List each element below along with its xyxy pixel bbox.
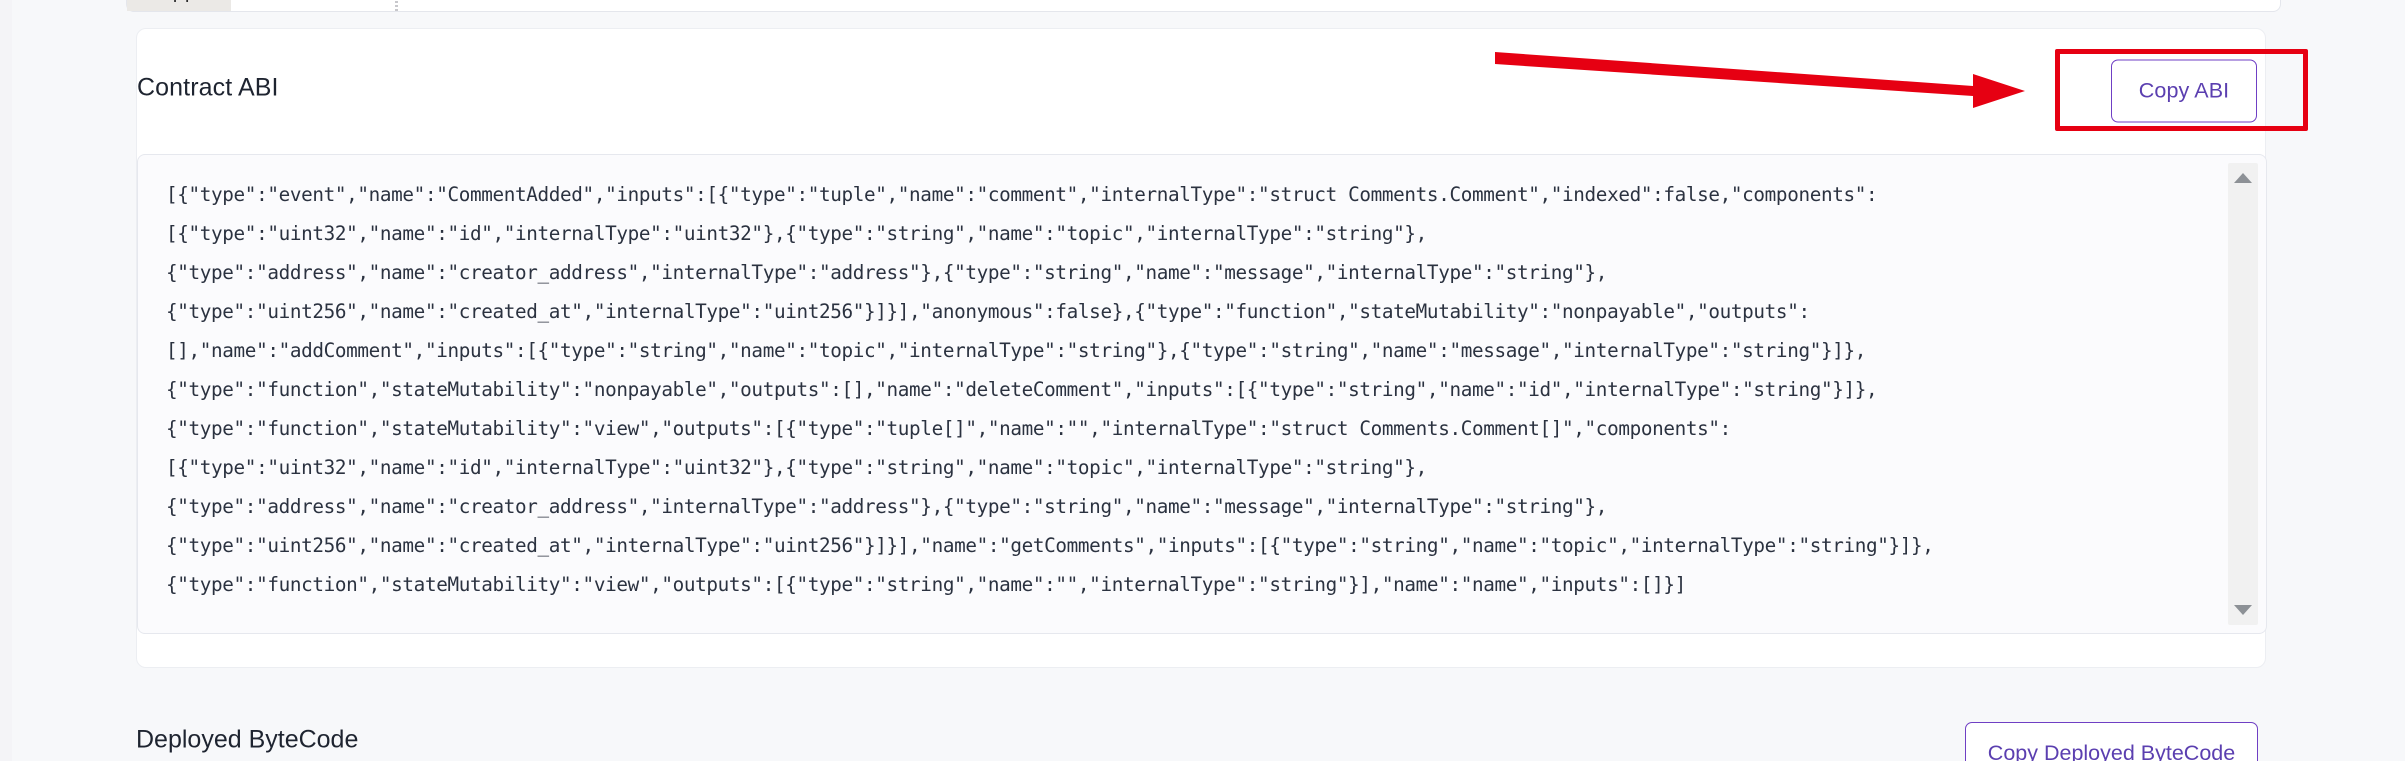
- copy-deployed-bytecode-button[interactable]: Copy Deployed ByteCode: [1965, 722, 2258, 761]
- contract-abi-title: Contract ABI: [137, 73, 279, 102]
- code-line: [],"name":"addComment","inputs":[{"type"…: [166, 339, 1867, 362]
- code-vertical-scrollbar[interactable]: [2228, 163, 2258, 625]
- code-line: [{"type":"uint32","name":"id","internalT…: [166, 456, 1427, 479]
- deployed-bytecode-title: Deployed ByteCode: [136, 725, 359, 754]
- contract-abi-header: Contract ABI Copy ABI: [137, 29, 2265, 147]
- code-line: {"type":"function","stateMutability":"vi…: [166, 417, 1731, 440]
- page-root: 44 Contract ABI Copy ABI [{"type":"event…: [0, 0, 2405, 761]
- triangle-down-icon[interactable]: [2234, 605, 2252, 615]
- contract-abi-code-content: [{"type":"event","name":"CommentAdded","…: [166, 175, 2200, 619]
- code-line: {"type":"uint256","name":"created_at","i…: [166, 300, 1810, 323]
- code-line: [{"type":"uint32","name":"id","internalT…: [166, 222, 1427, 245]
- page-left-gutter: [0, 0, 12, 761]
- partial-table-cell-value: 44: [127, 0, 231, 11]
- code-line: [{"type":"event","name":"CommentAdded","…: [166, 183, 1878, 206]
- code-line: {"type":"address","name":"creator_addres…: [166, 261, 1608, 284]
- code-line: {"type":"function","stateMutability":"no…: [166, 378, 1878, 401]
- deployed-bytecode-section: Deployed ByteCode Copy Deployed ByteCode: [136, 700, 2266, 761]
- code-line: {"type":"uint256","name":"created_at","i…: [166, 534, 1934, 557]
- drag-handle-dots-icon[interactable]: [395, 0, 398, 11]
- contract-abi-card: Contract ABI Copy ABI [{"type":"event","…: [136, 28, 2267, 668]
- partial-table-card-above: 44: [126, 0, 2281, 12]
- code-line: {"type":"address","name":"creator_addres…: [166, 495, 1608, 518]
- triangle-up-icon[interactable]: [2234, 173, 2252, 183]
- copy-abi-button[interactable]: Copy ABI: [2111, 59, 2257, 123]
- code-line: {"type":"function","stateMutability":"vi…: [166, 573, 1686, 596]
- contract-abi-code-box[interactable]: [{"type":"event","name":"CommentAdded","…: [137, 154, 2267, 634]
